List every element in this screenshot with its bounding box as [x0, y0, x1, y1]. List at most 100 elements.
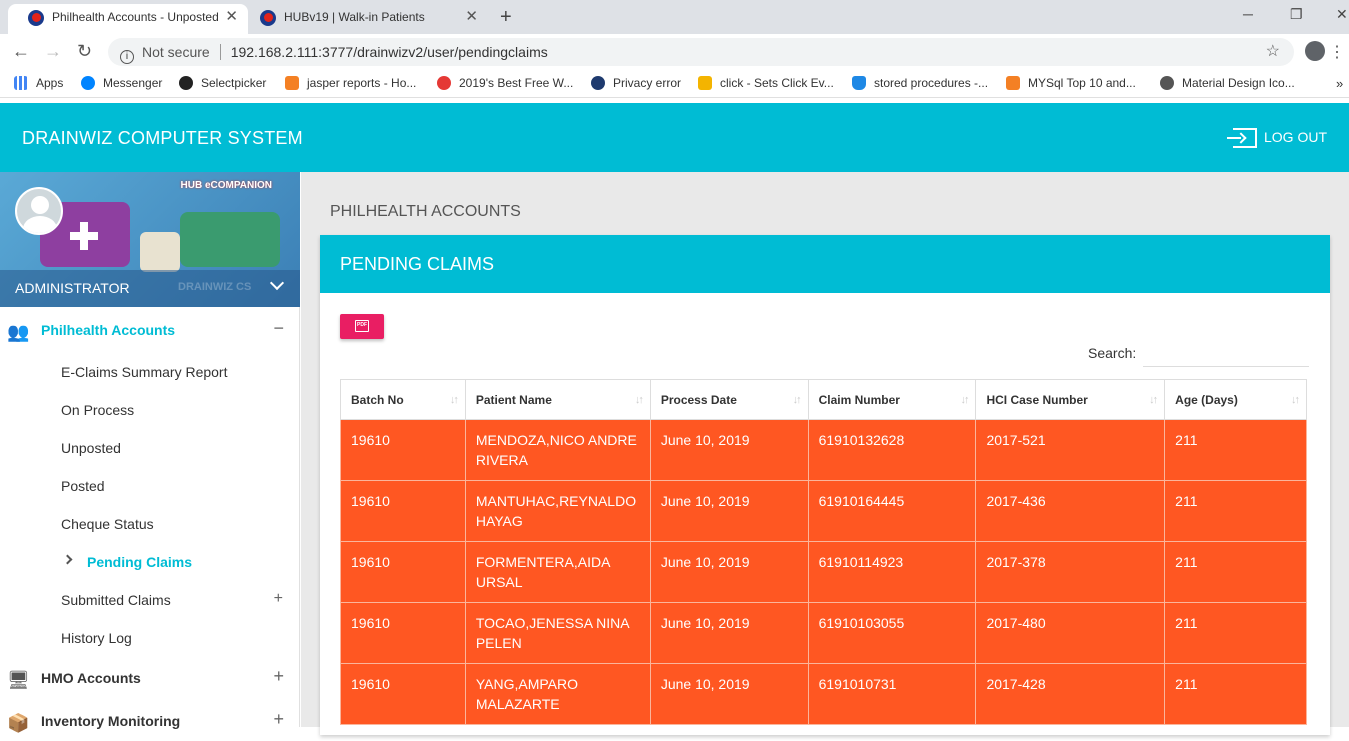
table-row[interactable]: 19610 YANG,AMPARO MALAZARTE June 10, 201…: [340, 663, 1307, 725]
close-tab-icon[interactable]: ✕: [465, 4, 478, 30]
philhealth-favicon-icon: [28, 10, 44, 26]
divider: [219, 44, 221, 60]
menu-inventory-monitoring[interactable]: 📦 Inventory Monitoring +: [0, 701, 300, 741]
medical-bag-illustration: [140, 232, 180, 272]
back-arrow-icon[interactable]: ←: [12, 41, 30, 62]
bookmark-mysql[interactable]: MYSql Top 10 and...: [1006, 76, 1136, 90]
chevron-right-icon: [62, 554, 73, 565]
expand-plus-icon[interactable]: +: [273, 666, 284, 687]
cell-age-days: 211: [1164, 663, 1307, 725]
user-role-bar[interactable]: ADMINISTRATOR DRAINWIZ CS: [0, 270, 300, 307]
sort-icon[interactable]: ↓↑: [1149, 394, 1158, 406]
cell-patient-name: MANTUHAC,REYNALDO HAYAG: [464, 480, 651, 542]
sort-icon[interactable]: ↓↑: [960, 394, 969, 406]
cell-claim-number: 61910164445: [807, 480, 977, 542]
apps-grid-icon: [14, 76, 28, 90]
collapse-minus-icon[interactable]: −: [273, 318, 284, 339]
pending-claims-card: PENDING CLAIMS PDF Search: Batch No ↓↑ Pa…: [320, 235, 1330, 735]
menu-item-posted[interactable]: Posted: [61, 478, 105, 494]
info-icon[interactable]: i: [120, 50, 134, 64]
column-header-hci-case-number[interactable]: HCI Case Number ↓↑: [975, 379, 1166, 420]
github-icon: [179, 76, 193, 90]
reload-icon[interactable]: ↻: [77, 41, 92, 62]
bookmark-selectpicker[interactable]: Selectpicker: [179, 76, 266, 90]
menu-hmo-accounts[interactable]: 🖥 HMO Accounts +: [0, 658, 300, 698]
menu-item-pending-claims[interactable]: Pending Claims: [87, 554, 192, 570]
bookmark-apps[interactable]: Apps: [14, 76, 63, 90]
bookmark-jasper[interactable]: jasper reports - Ho...: [285, 76, 416, 90]
maximize-icon[interactable]: ❐: [1290, 6, 1303, 23]
menu-item-submitted-claims[interactable]: Submitted Claims: [61, 592, 171, 608]
bookmark-star-icon[interactable]: ☆: [1266, 38, 1280, 66]
table-row[interactable]: 19610 FORMENTERA,AIDA URSAL June 10, 201…: [340, 541, 1307, 603]
cell-age-days: 211: [1164, 602, 1307, 664]
stackoverflow-icon: [1006, 76, 1020, 90]
philhealth-favicon-icon: [260, 10, 276, 26]
column-header-batch-no[interactable]: Batch No ↓↑: [340, 379, 466, 420]
menu-item-eclaims-summary[interactable]: E-Claims Summary Report: [61, 364, 227, 380]
sort-icon[interactable]: ↓↑: [635, 394, 644, 406]
bookmark-material-design[interactable]: Material Design Ico...: [1160, 76, 1295, 90]
close-tab-icon[interactable]: ✕: [225, 4, 238, 30]
globe-icon: [1160, 76, 1174, 90]
menu-item-cheque-status[interactable]: Cheque Status: [61, 516, 154, 532]
menu-item-history-log[interactable]: History Log: [61, 630, 132, 646]
card-header: PENDING CLAIMS: [320, 235, 1330, 293]
sort-icon[interactable]: ↓↑: [1291, 394, 1300, 406]
logout-button[interactable]: LOG OUT: [1264, 129, 1327, 145]
security-status: Not secure: [142, 44, 210, 60]
cell-process-date: June 10, 2019: [649, 663, 809, 725]
export-pdf-button[interactable]: PDF: [340, 314, 384, 339]
bookmark-messenger[interactable]: Messenger: [81, 76, 162, 90]
card-title: PENDING CLAIMS: [340, 254, 495, 274]
cell-patient-name: YANG,AMPARO MALAZARTE: [464, 663, 651, 725]
avatar: [15, 187, 63, 235]
table-row[interactable]: 19610 TOCAO,JENESSA NINA PELEN June 10, …: [340, 602, 1307, 664]
cell-batch-no: 19610: [340, 541, 466, 603]
bookmark-privacy-error[interactable]: Privacy error: [591, 76, 681, 90]
cell-hci-case-number: 2017-521: [975, 419, 1166, 481]
browser-tab[interactable]: Philhealth Accounts - Unposted ✕: [8, 4, 248, 34]
more-bookmarks-icon[interactable]: »: [1336, 76, 1343, 91]
app-header: DRAINWIZ COMPUTER SYSTEM LOG OUT: [0, 103, 1349, 172]
app-brand[interactable]: DRAINWIZ COMPUTER SYSTEM: [22, 128, 303, 149]
search-input[interactable]: [1143, 339, 1309, 367]
warning-globe-icon: [591, 76, 605, 90]
database-icon: [852, 76, 866, 90]
menu-item-on-process[interactable]: On Process: [61, 402, 134, 418]
sort-icon[interactable]: ↓↑: [450, 394, 459, 406]
cell-patient-name: FORMENTERA,AIDA URSAL: [464, 541, 651, 603]
browser-menu-icon[interactable]: ⋮: [1329, 42, 1345, 62]
bookmark-best-free[interactable]: 2019's Best Free W...: [437, 76, 573, 90]
url-text[interactable]: 192.168.2.111:3777/drainwizv2/user/pendi…: [231, 44, 548, 60]
browser-tab[interactable]: HUBv19 | Walk-in Patients ✕: [240, 4, 488, 34]
expand-plus-icon[interactable]: +: [274, 590, 283, 608]
bookmark-stored-procedures[interactable]: stored procedures -...: [852, 76, 988, 90]
column-header-claim-number[interactable]: Claim Number ↓↑: [807, 379, 977, 420]
column-header-process-date[interactable]: Process Date ↓↑: [649, 379, 809, 420]
table-row[interactable]: 19610 MANTUHAC,REYNALDO HAYAG June 10, 2…: [340, 480, 1307, 542]
menu-philhealth-accounts[interactable]: 👥 Philhealth Accounts −: [0, 310, 300, 350]
bookmark-click[interactable]: click - Sets Click Ev...: [698, 76, 834, 90]
new-tab-icon[interactable]: +: [500, 6, 512, 29]
profile-avatar-icon[interactable]: [1305, 41, 1325, 61]
column-header-patient-name[interactable]: Patient Name ↓↑: [464, 379, 651, 420]
logout-icon[interactable]: [1227, 128, 1257, 148]
cell-batch-no: 19610: [340, 419, 466, 481]
close-window-icon[interactable]: ✕: [1336, 6, 1348, 23]
search-label: Search:: [1088, 345, 1137, 361]
forward-arrow-icon[interactable]: →: [44, 41, 62, 62]
medical-cross-icon: [70, 222, 98, 250]
column-header-age-days[interactable]: Age (Days) ↓↑: [1164, 379, 1307, 420]
cell-hci-case-number: 2017-378: [975, 541, 1166, 603]
monitor-icon: 🖥: [7, 670, 30, 690]
minimize-icon[interactable]: ─: [1243, 6, 1253, 22]
table-row[interactable]: 19610 MENDOZA,NICO ANDRE RIVERA June 10,…: [340, 419, 1307, 481]
sort-icon[interactable]: ↓↑: [793, 394, 802, 406]
main-content: PHILHEALTH ACCOUNTS PENDING CLAIMS PDF S…: [301, 172, 1349, 735]
cell-process-date: June 10, 2019: [649, 480, 809, 542]
url-omnibox[interactable]: i Not secure 192.168.2.111:3777/drainwizv2…: [108, 38, 1294, 66]
menu-item-unposted[interactable]: Unposted: [61, 440, 121, 456]
chevron-down-icon[interactable]: [269, 275, 285, 291]
user-info-banner: HUB eCOMPANION ADMINISTRATOR DRAINWIZ CS: [0, 172, 300, 307]
